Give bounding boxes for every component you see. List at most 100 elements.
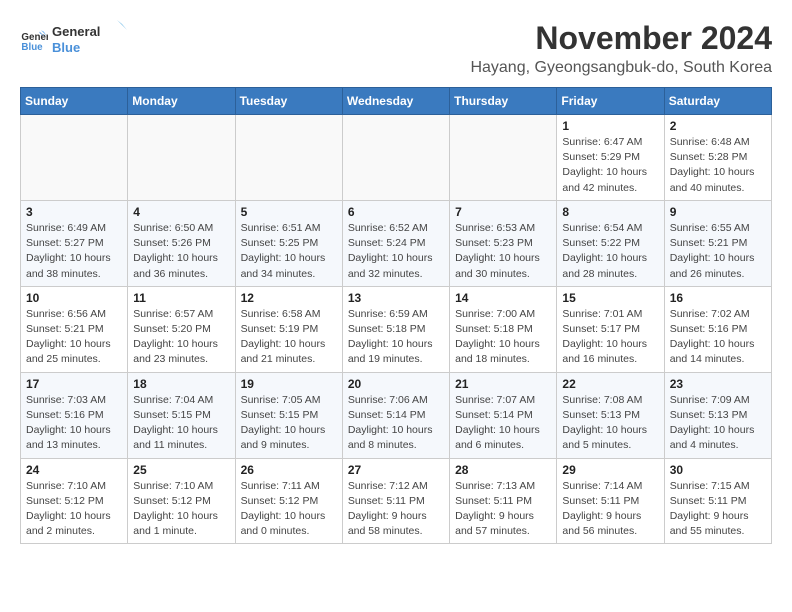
calendar-cell <box>21 115 128 201</box>
day-number: 11 <box>133 291 229 305</box>
day-info: Sunrise: 7:04 AMSunset: 5:15 PMDaylight:… <box>133 393 229 454</box>
calendar-cell: 12 Sunrise: 6:58 AMSunset: 5:19 PMDayligh… <box>235 286 342 372</box>
day-number: 7 <box>455 205 551 219</box>
day-info: Sunrise: 6:59 AMSunset: 5:18 PMDaylight:… <box>348 307 444 368</box>
calendar-cell: 4 Sunrise: 6:50 AMSunset: 5:26 PMDaylight… <box>128 200 235 286</box>
day-number: 6 <box>348 205 444 219</box>
day-info: Sunrise: 6:51 AMSunset: 5:25 PMDaylight:… <box>241 221 337 282</box>
calendar-cell: 3 Sunrise: 6:49 AMSunset: 5:27 PMDaylight… <box>21 200 128 286</box>
day-number: 26 <box>241 463 337 477</box>
calendar-cell: 30Sunrise: 7:15 AMSunset: 5:11 PMDayligh… <box>664 458 771 544</box>
day-info: Sunrise: 6:55 AMSunset: 5:21 PMDaylight:… <box>670 221 766 282</box>
calendar-cell: 16 Sunrise: 7:02 AMSunset: 5:16 PMDayligh… <box>664 286 771 372</box>
week-row-1: 1Sunrise: 6:47 AMSunset: 5:29 PMDaylight… <box>21 115 772 201</box>
day-number: 30 <box>670 463 766 477</box>
day-number: 20 <box>348 377 444 391</box>
svg-text:Blue: Blue <box>21 42 43 53</box>
calendar-cell: 1Sunrise: 6:47 AMSunset: 5:29 PMDaylight… <box>557 115 664 201</box>
svg-text:Blue: Blue <box>52 40 80 55</box>
header: General Blue General Blue November 2024 … <box>20 20 772 77</box>
title-section: November 2024 Hayang, Gyeongsangbuk-do, … <box>470 20 772 77</box>
weekday-header-monday: Monday <box>128 88 235 115</box>
day-number: 13 <box>348 291 444 305</box>
calendar-cell: 2 Sunrise: 6:48 AMSunset: 5:28 PMDaylight… <box>664 115 771 201</box>
day-info: Sunrise: 7:14 AMSunset: 5:11 PMDaylight:… <box>562 479 658 540</box>
day-info: Sunrise: 7:06 AMSunset: 5:14 PMDaylight:… <box>348 393 444 454</box>
day-info: Sunrise: 7:02 AMSunset: 5:16 PMDaylight:… <box>670 307 766 368</box>
day-info: Sunrise: 7:05 AMSunset: 5:15 PMDaylight:… <box>241 393 337 454</box>
week-row-3: 10 Sunrise: 6:56 AMSunset: 5:21 PMDayligh… <box>21 286 772 372</box>
day-number: 10 <box>26 291 122 305</box>
day-info: Sunrise: 7:09 AMSunset: 5:13 PMDaylight:… <box>670 393 766 454</box>
calendar-cell <box>128 115 235 201</box>
calendar-cell: 6 Sunrise: 6:52 AMSunset: 5:24 PMDaylight… <box>342 200 449 286</box>
calendar-cell: 7 Sunrise: 6:53 AMSunset: 5:23 PMDaylight… <box>450 200 557 286</box>
day-number: 4 <box>133 205 229 219</box>
day-info: Sunrise: 7:07 AMSunset: 5:14 PMDaylight:… <box>455 393 551 454</box>
day-number: 23 <box>670 377 766 391</box>
day-info: Sunrise: 6:56 AMSunset: 5:21 PMDaylight:… <box>26 307 122 368</box>
calendar-table: SundayMondayTuesdayWednesdayThursdayFrid… <box>20 87 772 544</box>
day-number: 24 <box>26 463 122 477</box>
logo-svg: General Blue <box>52 20 127 60</box>
calendar-cell: 23 Sunrise: 7:09 AMSunset: 5:13 PMDayligh… <box>664 372 771 458</box>
day-info: Sunrise: 7:08 AMSunset: 5:13 PMDaylight:… <box>562 393 658 454</box>
day-info: Sunrise: 6:53 AMSunset: 5:23 PMDaylight:… <box>455 221 551 282</box>
day-info: Sunrise: 6:58 AMSunset: 5:19 PMDaylight:… <box>241 307 337 368</box>
calendar-cell: 11 Sunrise: 6:57 AMSunset: 5:20 PMDayligh… <box>128 286 235 372</box>
day-number: 27 <box>348 463 444 477</box>
day-number: 3 <box>26 205 122 219</box>
weekday-header-row: SundayMondayTuesdayWednesdayThursdayFrid… <box>21 88 772 115</box>
weekday-header-tuesday: Tuesday <box>235 88 342 115</box>
day-info: Sunrise: 6:48 AMSunset: 5:28 PMDaylight:… <box>670 135 766 196</box>
day-number: 25 <box>133 463 229 477</box>
day-info: Sunrise: 6:52 AMSunset: 5:24 PMDaylight:… <box>348 221 444 282</box>
calendar-subtitle: Hayang, Gyeongsangbuk-do, South Korea <box>470 59 772 77</box>
calendar-cell: 8Sunrise: 6:54 AMSunset: 5:22 PMDaylight… <box>557 200 664 286</box>
day-number: 8 <box>562 205 658 219</box>
calendar-cell: 28 Sunrise: 7:13 AMSunset: 5:11 PMDayligh… <box>450 458 557 544</box>
calendar-title: November 2024 <box>470 20 772 57</box>
week-row-2: 3 Sunrise: 6:49 AMSunset: 5:27 PMDaylight… <box>21 200 772 286</box>
day-info: Sunrise: 7:01 AMSunset: 5:17 PMDaylight:… <box>562 307 658 368</box>
day-info: Sunrise: 6:57 AMSunset: 5:20 PMDaylight:… <box>133 307 229 368</box>
day-number: 9 <box>670 205 766 219</box>
day-info: Sunrise: 6:47 AMSunset: 5:29 PMDaylight:… <box>562 135 658 196</box>
day-info: Sunrise: 6:50 AMSunset: 5:26 PMDaylight:… <box>133 221 229 282</box>
day-number: 2 <box>670 119 766 133</box>
day-info: Sunrise: 7:10 AMSunset: 5:12 PMDaylight:… <box>26 479 122 540</box>
calendar-cell: 20 Sunrise: 7:06 AMSunset: 5:14 PMDayligh… <box>342 372 449 458</box>
day-number: 28 <box>455 463 551 477</box>
week-row-4: 17 Sunrise: 7:03 AMSunset: 5:16 PMDayligh… <box>21 372 772 458</box>
day-number: 19 <box>241 377 337 391</box>
calendar-cell: 22Sunrise: 7:08 AMSunset: 5:13 PMDayligh… <box>557 372 664 458</box>
calendar-cell: 21Sunrise: 7:07 AMSunset: 5:14 PMDayligh… <box>450 372 557 458</box>
calendar-cell: 17 Sunrise: 7:03 AMSunset: 5:16 PMDayligh… <box>21 372 128 458</box>
day-info: Sunrise: 6:49 AMSunset: 5:27 PMDaylight:… <box>26 221 122 282</box>
weekday-header-sunday: Sunday <box>21 88 128 115</box>
weekday-header-saturday: Saturday <box>664 88 771 115</box>
day-info: Sunrise: 7:00 AMSunset: 5:18 PMDaylight:… <box>455 307 551 368</box>
calendar-cell: 10 Sunrise: 6:56 AMSunset: 5:21 PMDayligh… <box>21 286 128 372</box>
calendar-cell: 5Sunrise: 6:51 AMSunset: 5:25 PMDaylight… <box>235 200 342 286</box>
day-info: Sunrise: 7:03 AMSunset: 5:16 PMDaylight:… <box>26 393 122 454</box>
day-number: 18 <box>133 377 229 391</box>
day-number: 14 <box>455 291 551 305</box>
day-number: 29 <box>562 463 658 477</box>
logo-icon: General Blue <box>20 26 48 54</box>
week-row-5: 24 Sunrise: 7:10 AMSunset: 5:12 PMDayligh… <box>21 458 772 544</box>
day-number: 12 <box>241 291 337 305</box>
calendar-cell: 27 Sunrise: 7:12 AMSunset: 5:11 PMDayligh… <box>342 458 449 544</box>
calendar-cell: 18 Sunrise: 7:04 AMSunset: 5:15 PMDayligh… <box>128 372 235 458</box>
day-number: 15 <box>562 291 658 305</box>
calendar-cell: 25 Sunrise: 7:10 AMSunset: 5:12 PMDayligh… <box>128 458 235 544</box>
day-info: Sunrise: 7:12 AMSunset: 5:11 PMDaylight:… <box>348 479 444 540</box>
day-number: 17 <box>26 377 122 391</box>
day-info: Sunrise: 7:13 AMSunset: 5:11 PMDaylight:… <box>455 479 551 540</box>
day-number: 16 <box>670 291 766 305</box>
day-info: Sunrise: 7:10 AMSunset: 5:12 PMDaylight:… <box>133 479 229 540</box>
day-info: Sunrise: 7:11 AMSunset: 5:12 PMDaylight:… <box>241 479 337 540</box>
calendar-cell: 29 Sunrise: 7:14 AMSunset: 5:11 PMDayligh… <box>557 458 664 544</box>
weekday-header-thursday: Thursday <box>450 88 557 115</box>
calendar-cell: 26 Sunrise: 7:11 AMSunset: 5:12 PMDayligh… <box>235 458 342 544</box>
